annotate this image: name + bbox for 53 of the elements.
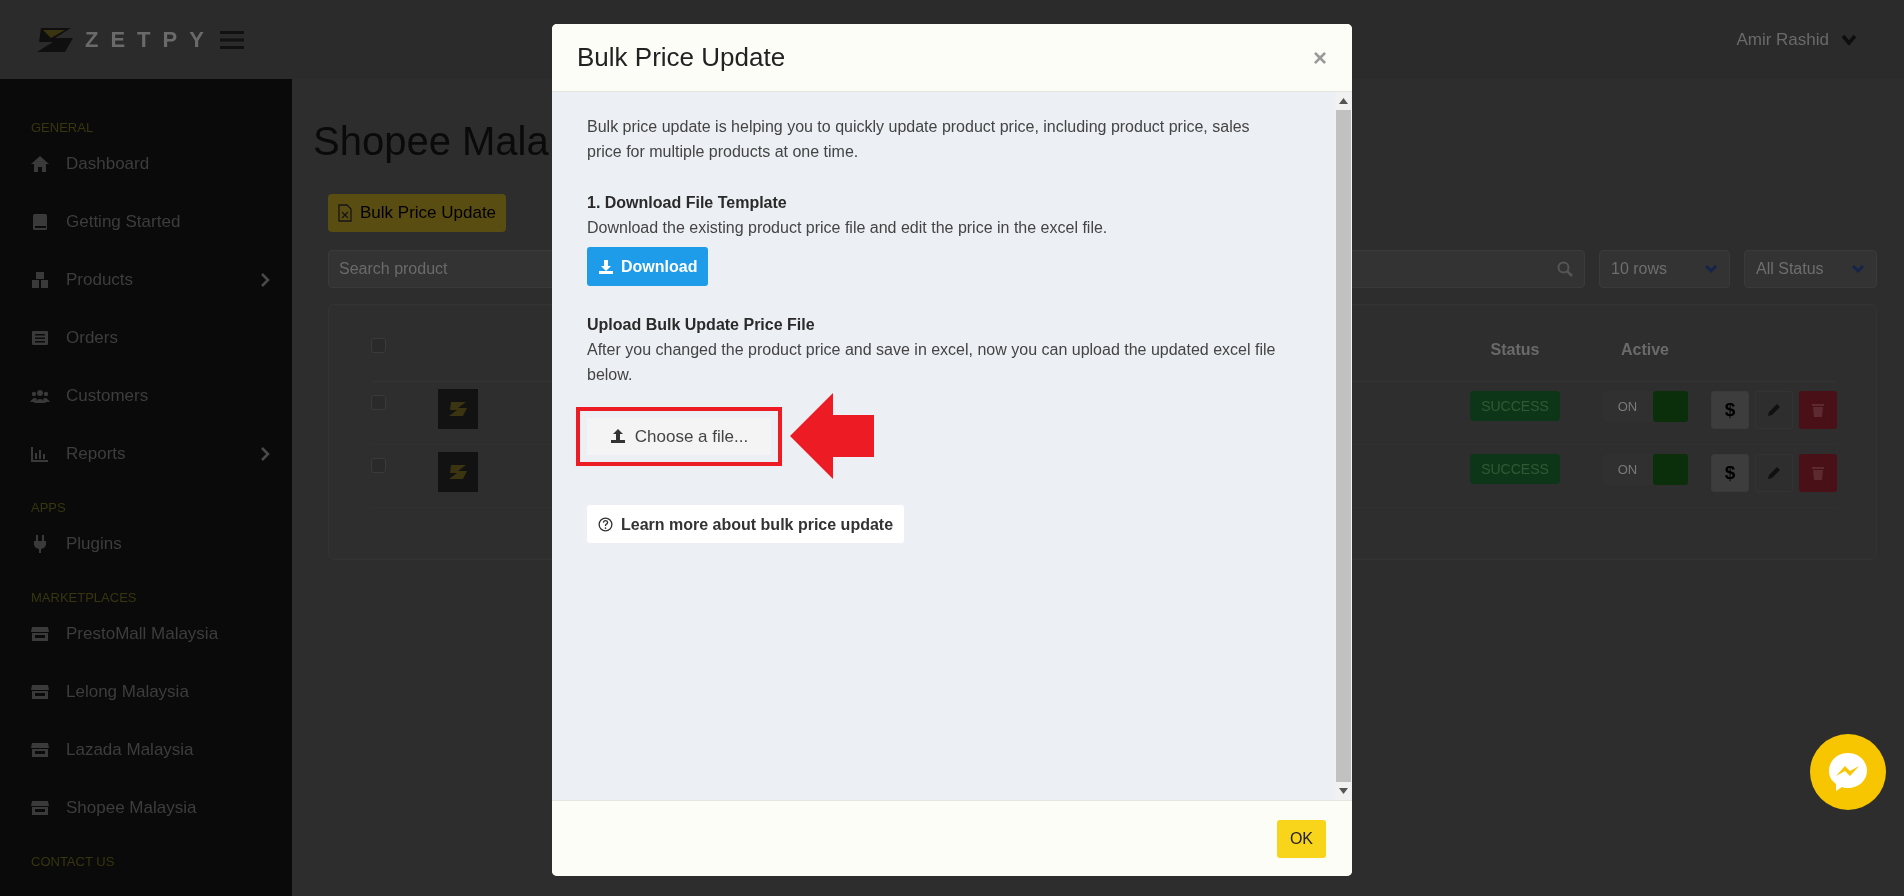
download-icon xyxy=(598,258,614,275)
trash-icon xyxy=(1811,402,1825,418)
home-icon xyxy=(30,154,50,174)
learn-more-button[interactable]: Learn more about bulk price update xyxy=(587,505,905,543)
logo-mark-icon xyxy=(448,464,468,480)
chevron-down-icon xyxy=(1851,264,1865,274)
dialog-title: Bulk Price Update xyxy=(577,41,787,74)
step-text: Download the existing product price file and edit the price in the excel file. xyxy=(587,218,1109,238)
close-button[interactable]: × xyxy=(1313,45,1327,70)
store-icon xyxy=(30,740,50,760)
scrollbar[interactable] xyxy=(1335,92,1352,800)
choose-file-button[interactable]: Choose a file... xyxy=(587,417,771,455)
store-icon xyxy=(30,682,50,702)
boxes-icon xyxy=(30,270,50,290)
rows-select[interactable]: 10 rows xyxy=(1599,250,1730,288)
chevron-down-icon xyxy=(1704,264,1718,274)
edit-button[interactable] xyxy=(1755,454,1793,492)
logo-text: ZETPY xyxy=(85,26,216,54)
list-icon xyxy=(30,328,50,348)
help-icon xyxy=(598,516,613,532)
price-button[interactable]: $ xyxy=(1711,391,1749,429)
step-heading: Upload Bulk Update Price File xyxy=(587,315,816,335)
arrow-icon xyxy=(788,393,876,479)
menu-icon[interactable] xyxy=(219,29,244,50)
delete-button[interactable] xyxy=(1799,391,1837,429)
step-heading: 1. Download File Template xyxy=(587,193,788,213)
user-menu[interactable]: Amir Rashid xyxy=(1736,26,1857,53)
column-header: Active xyxy=(1621,340,1669,360)
logo-mark-icon xyxy=(35,25,75,54)
search-icon xyxy=(1557,261,1573,277)
edit-button[interactable] xyxy=(1755,391,1793,429)
pencil-icon xyxy=(1766,465,1782,481)
column-header: Status xyxy=(1490,340,1540,360)
status-select[interactable]: All Status xyxy=(1744,250,1877,288)
intro-text: Bulk price update is helping you to quickly update product price, including product price, sales price for multiple products at one time. xyxy=(587,117,1251,162)
store-icon xyxy=(30,624,50,644)
bulk-price-update-button[interactable]: Bulk Price Update xyxy=(328,194,507,232)
upload-icon xyxy=(609,428,626,444)
step-text: After you changed the product price and save in excel, now you can upload the updated excel file below. xyxy=(587,340,1277,385)
download-button[interactable]: Download xyxy=(587,247,709,286)
scroll-down-icon xyxy=(1339,788,1348,794)
bar-chart-icon xyxy=(30,444,50,464)
store-icon xyxy=(30,798,50,818)
chevron-down-icon xyxy=(1841,33,1857,46)
price-button[interactable]: $ xyxy=(1711,454,1749,492)
scroll-up-icon xyxy=(1339,98,1348,104)
trash-icon xyxy=(1811,465,1825,481)
ok-button[interactable]: OK xyxy=(1276,819,1326,858)
pencil-icon xyxy=(1766,402,1782,418)
book-icon xyxy=(30,212,50,232)
excel-file-icon xyxy=(338,204,352,222)
logo-mark-icon xyxy=(448,401,468,417)
delete-button[interactable] xyxy=(1799,454,1837,492)
